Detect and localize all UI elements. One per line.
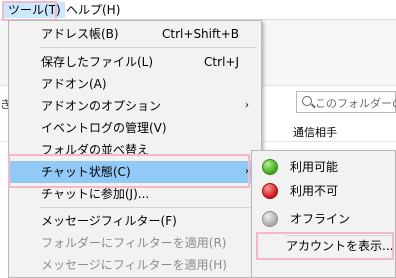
menu-item-address-book[interactable]: アドレス帳(B) Ctrl+Shift+B	[9, 23, 261, 45]
chat-status-annotation	[8, 154, 250, 188]
submenu-item-label: 利用可能	[290, 160, 339, 174]
menu-item-apply-filters-message[interactable]: メッセージにフィルターを適用(H)	[9, 254, 261, 276]
show-accounts-annotation	[256, 232, 394, 260]
menu-item-label: イベントログの管理(V)	[41, 121, 167, 135]
gray-status-dot-icon	[262, 211, 278, 227]
menu-item-event-log[interactable]: イベントログの管理(V)	[9, 117, 261, 139]
submenu-item-unavailable[interactable]: 利用不可	[252, 180, 395, 202]
menu-help[interactable]: ヘルプ(H)	[62, 2, 124, 18]
menu-item-label: アドレス帳(B)	[41, 27, 119, 41]
menu-item-apply-filters-folder[interactable]: フォルダーにフィルターを適用(R)	[9, 232, 261, 254]
shortcut-label: Ctrl+Shift+B	[162, 27, 239, 41]
search-icon	[302, 96, 312, 106]
menu-item-addons[interactable]: アドオン(A)	[9, 73, 261, 95]
submenu-item-offline[interactable]: オフライン	[252, 208, 395, 230]
menu-item-label: メッセージにフィルターを適用(H)	[41, 258, 227, 272]
menu-item-label: アドオンのオプション	[41, 99, 162, 113]
shortcut-label: Ctrl+J	[204, 55, 239, 69]
menu-item-label: フォルダーにフィルターを適用(R)	[41, 236, 227, 250]
green-status-dot-icon	[262, 159, 278, 175]
tools-menu-annotation	[2, 1, 57, 21]
menu-separator	[39, 47, 257, 48]
menu-item-message-filters[interactable]: メッセージフィルター(F)	[9, 210, 261, 232]
menu-separator	[39, 207, 257, 208]
submenu-item-label: オフライン	[290, 212, 351, 226]
menu-item-label: アドオン(A)	[41, 77, 107, 91]
submenu-item-label: 利用不可	[290, 184, 339, 198]
chevron-right-icon: ›	[245, 100, 249, 111]
menu-item-addon-options[interactable]: アドオンのオプション ›	[9, 95, 261, 117]
menu-item-label: メッセージフィルター(F)	[41, 214, 177, 228]
menu-item-label: 保存したファイル(L)	[41, 55, 154, 69]
menu-item-saved-files[interactable]: 保存したファイル(L) Ctrl+J	[9, 51, 261, 73]
thunderbird-window: き このフォルダーのメ 通信相手 ツール(T) ヘルプ(H) アドレス帳(B) …	[0, 0, 396, 278]
tools-dropdown-menu: アドレス帳(B) Ctrl+Shift+B 保存したファイル(L) Ctrl+J…	[8, 20, 262, 278]
menu-item-label: チャットに参加(J)...	[41, 187, 150, 201]
search-placeholder: このフォルダーのメ	[315, 97, 396, 110]
submenu-item-available[interactable]: 利用可能	[252, 156, 395, 178]
menubar: ツール(T) ヘルプ(H)	[0, 0, 396, 20]
folder-search-input[interactable]: このフォルダーのメ	[296, 91, 396, 113]
column-header-correspondent[interactable]: 通信相手	[293, 124, 337, 140]
red-status-dot-icon	[262, 183, 278, 199]
